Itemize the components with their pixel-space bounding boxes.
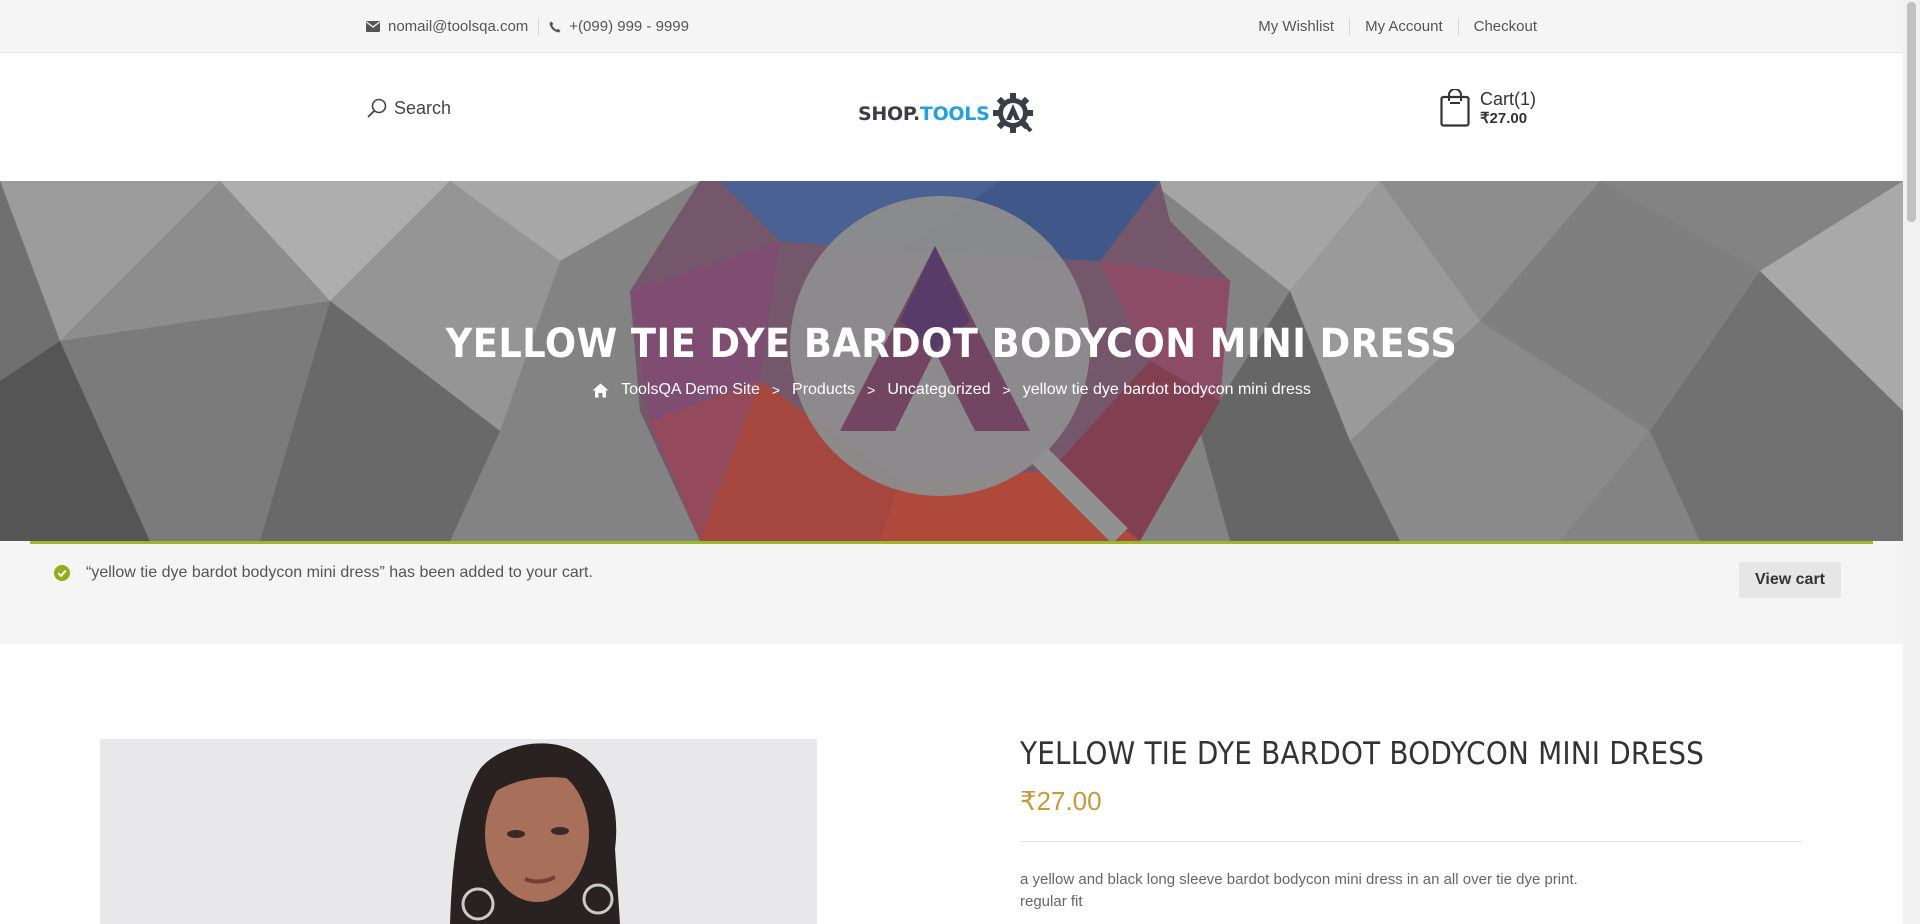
- logo-text-shop: SHOP.: [858, 103, 920, 125]
- gear-logo-icon: [993, 93, 1034, 133]
- phone-text: +(099) 999 - 9999: [569, 18, 689, 35]
- page-hero-banner: YELLOW TIE DYE BARDOT BODYCON MINI DRESS…: [0, 181, 1903, 541]
- phone-item[interactable]: +(099) 999 - 9999: [549, 18, 689, 35]
- search-button[interactable]: Search: [366, 97, 451, 119]
- description-line: a yellow and black long sleeve bardot bo…: [1020, 871, 1578, 888]
- checkout-link[interactable]: Checkout: [1457, 17, 1537, 36]
- top-bar: nomail@toolsqa.com +(099) 999 - 9999 My …: [0, 0, 1903, 53]
- breadcrumb-home-link[interactable]: ToolsQA Demo Site: [621, 381, 760, 399]
- product-short-description: a yellow and black long sleeve bardot bo…: [1020, 869, 1578, 913]
- logo-text-tools: TOOLS: [919, 103, 990, 125]
- divider: [1020, 841, 1802, 842]
- product-title: YELLOW TIE DYE BARDOT BODYCON MINI DRESS: [1020, 736, 1705, 772]
- cart-total: ₹27.00: [1480, 110, 1528, 127]
- site-logo[interactable]: SHOP. TOOLS: [858, 91, 1037, 137]
- scrollbar-thumb[interactable]: [1907, 2, 1916, 222]
- page-scrollbar[interactable]: [1903, 0, 1920, 924]
- added-to-cart-notice: “yellow tie dye bardot bodycon mini dres…: [30, 541, 1873, 633]
- my-wishlist-link[interactable]: My Wishlist: [1243, 18, 1349, 36]
- account-links: My Wishlist My Account Checkout: [1243, 0, 1537, 53]
- model-photo: [100, 739, 817, 924]
- my-account-link[interactable]: My Account: [1349, 17, 1458, 36]
- breadcrumb-category-link[interactable]: Uncategorized: [887, 381, 990, 399]
- breadcrumb-separator: >: [867, 382, 876, 398]
- site-header: Search SHOP. TOOLS Cart(1) ₹27.00: [0, 53, 1903, 181]
- page-title: YELLOW TIE DYE BARDOT BODYCON MINI DRESS: [445, 321, 1458, 367]
- breadcrumb: ToolsQA Demo Site > Products > Uncategor…: [0, 381, 1903, 399]
- envelope-icon: [366, 21, 380, 32]
- check-circle-icon: [54, 565, 70, 581]
- shopping-bag-icon: [1440, 89, 1470, 127]
- search-label: Search: [394, 97, 452, 118]
- email-item[interactable]: nomail@toolsqa.com: [366, 18, 528, 35]
- product-price: ₹27.00: [1020, 786, 1102, 816]
- breadcrumb-products-link[interactable]: Products: [792, 381, 855, 399]
- email-text: nomail@toolsqa.com: [388, 18, 529, 35]
- breadcrumb-separator: >: [1002, 382, 1011, 398]
- breadcrumb-current: yellow tie dye bardot bodycon mini dress: [1022, 381, 1311, 398]
- notice-area: “yellow tie dye bardot bodycon mini dres…: [0, 541, 1903, 644]
- search-icon: [367, 98, 387, 118]
- cart-count: Cart(1): [1480, 89, 1537, 109]
- description-line: regular fit: [1020, 893, 1083, 910]
- divider: [538, 17, 540, 36]
- breadcrumb-separator: >: [771, 382, 781, 398]
- cart-button[interactable]: Cart(1) ₹27.00: [1440, 89, 1536, 127]
- home-icon[interactable]: [592, 383, 609, 398]
- contact-info: nomail@toolsqa.com +(099) 999 - 9999: [366, 0, 689, 53]
- notice-message: “yellow tie dye bardot bodycon mini dres…: [86, 564, 593, 581]
- product-image[interactable]: [100, 739, 817, 924]
- view-cart-button[interactable]: View cart: [1739, 562, 1841, 598]
- phone-icon: [549, 21, 561, 32]
